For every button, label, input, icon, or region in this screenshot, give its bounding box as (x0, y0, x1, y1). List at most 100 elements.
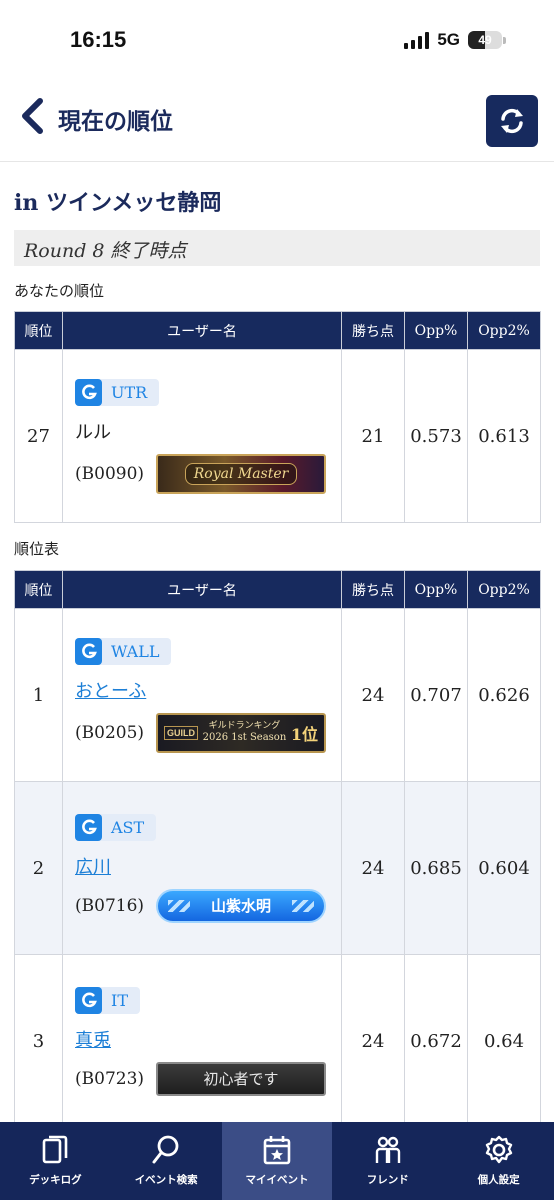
round-status: Round 8 終了時点 (14, 230, 540, 266)
gear-icon (485, 1135, 512, 1164)
nav-label: フレンド (366, 1174, 409, 1186)
refresh-icon (501, 108, 523, 134)
user-cell: WALL おとーふ (B0205) GUILD ギルドランキング 2026 1s… (62, 608, 342, 782)
title-badge-sanshi-suimei: 山紫水明 (156, 888, 327, 923)
network-type: 5G (437, 30, 460, 49)
battery-icon: 49 (468, 31, 506, 49)
user-name: ルル (75, 421, 111, 443)
table-row: 27 UTR ルル (B0090) Royal Master 21 0.573 (14, 349, 541, 523)
rank-cell: 1 (14, 608, 63, 782)
col-opp: Opp% (404, 311, 468, 350)
title-badge-beginner: 初心者です (156, 1061, 327, 1096)
user-cell: IT 真兎 (B0723) 初心者です (62, 954, 342, 1128)
rank-cell: 2 (14, 781, 63, 955)
title-badge-sub: ギルドランキング (208, 721, 281, 732)
user-cell: AST 広川 (B0716) 山紫水明 (62, 781, 342, 955)
nav-label: 個人設定 (477, 1174, 520, 1186)
guild-name: AST (111, 817, 145, 837)
opp-cell: 0.685 (404, 781, 468, 955)
points-cell: 21 (341, 349, 405, 523)
user-name-link[interactable]: 真兎 (75, 1026, 341, 1052)
calendar-star-icon (263, 1136, 291, 1165)
guild-logo-icon (75, 813, 102, 841)
friends-icon (375, 1136, 400, 1163)
nav-label: マイイベント (245, 1174, 309, 1186)
signal-icon (404, 31, 430, 49)
opp2-cell: 0.64 (467, 954, 541, 1128)
header: 現在の順位 (0, 80, 554, 162)
opp2-cell: 0.626 (467, 608, 541, 782)
back-chevron-icon[interactable] (16, 96, 52, 136)
opp-cell: 0.672 (404, 954, 468, 1128)
refresh-button[interactable] (486, 95, 538, 147)
user-cell: UTR ルル (B0090) Royal Master (62, 349, 342, 523)
rank-cell: 3 (14, 954, 63, 1128)
points-cell: 24 (341, 608, 405, 782)
col-points: 勝ち点 (341, 570, 405, 609)
points-cell: 24 (341, 781, 405, 955)
guild-name: IT (111, 990, 128, 1010)
status-indicators: 5G 49 (404, 30, 506, 50)
guild-logo-icon (75, 637, 102, 665)
guild-badge[interactable]: AST (75, 813, 157, 841)
user-name-link[interactable]: 広川 (75, 853, 341, 879)
col-opp2: Opp2% (467, 570, 541, 609)
table-row: 3 IT 真兎 (B0723) 初心者です 24 0.672 0.64 (14, 954, 541, 1128)
opp-cell: 0.707 (404, 608, 468, 782)
badge-stripes-left-icon (168, 899, 191, 912)
venue-title: in ツインメッセ静岡 (14, 190, 222, 216)
title-badge-text: Royal Master (184, 462, 298, 485)
nav-label: デッキログ (29, 1174, 82, 1186)
col-rank: 順位 (14, 311, 63, 350)
title-badge-royal-master: Royal Master (156, 453, 327, 494)
user-id: (B0090) (75, 463, 145, 484)
col-user: ユーザー名 (62, 570, 342, 609)
title-badge-season: 2026 1st Season (202, 731, 287, 743)
title-badge-place: 1位 (290, 724, 319, 744)
user-name-link[interactable]: おとーふ (75, 677, 341, 703)
nav-my-event[interactable]: マイイベント (221, 1122, 333, 1200)
opp2-cell: 0.613 (467, 349, 541, 523)
table-row: 1 WALL おとーふ (B0205) GUILD ギルドランキング 2026 (14, 608, 541, 782)
page-title: 現在の順位 (58, 108, 173, 135)
col-rank: 順位 (14, 570, 63, 609)
round-text: Round 8 終了時点 (24, 240, 187, 262)
search-icon (152, 1135, 179, 1164)
user-id: (B0205) (75, 722, 145, 743)
nav-deck-log[interactable]: デッキログ (0, 1122, 111, 1200)
col-points: 勝ち点 (341, 311, 405, 350)
user-id: (B0723) (75, 1068, 145, 1089)
my-rank-table: 順位 ユーザー名 勝ち点 Opp% Opp2% 27 UTR ルル (B0090… (14, 311, 541, 523)
nav-label: イベント検索 (134, 1174, 198, 1186)
user-id: (B0716) (75, 895, 145, 916)
standings-table: 順位 ユーザー名 勝ち点 Opp% Opp2% 1 WALL おとーふ (B02… (14, 570, 541, 1128)
opp2-cell: 0.604 (467, 781, 541, 955)
status-bar: 16:15 5G 49 (0, 0, 554, 80)
opp-cell: 0.573 (404, 349, 468, 523)
points-cell: 24 (341, 954, 405, 1128)
col-user: ユーザー名 (62, 311, 342, 350)
guild-logo-icon (75, 378, 102, 406)
my-rank-label: あなたの順位 (14, 283, 105, 300)
nav-friends[interactable]: フレンド (332, 1122, 443, 1200)
bottom-nav: デッキログ イベント検索 マイイベント フレンド 個人設定 (0, 1122, 554, 1200)
nav-personal-settings[interactable]: 個人設定 (443, 1122, 554, 1200)
nav-event-search[interactable]: イベント検索 (111, 1122, 222, 1200)
title-badge-text: 初心者です (203, 1070, 279, 1088)
guild-badge[interactable]: UTR (75, 378, 160, 406)
col-opp2: Opp2% (467, 311, 541, 350)
guild-logo-icon (75, 986, 102, 1014)
col-opp: Opp% (404, 570, 468, 609)
guild-badge[interactable]: IT (75, 986, 140, 1014)
guild-name: WALL (111, 641, 160, 661)
title-badge-logo: GUILD (164, 725, 199, 740)
title-badge-text: 山紫水明 (211, 897, 272, 915)
guild-name: UTR (111, 382, 148, 402)
guild-badge[interactable]: WALL (75, 637, 172, 665)
table-row: 2 AST 広川 (B0716) 山紫水明 24 0.685 0.604 (14, 781, 541, 955)
title-badge-guild-ranking: GUILD ギルドランキング 2026 1st Season 1位 (156, 712, 327, 753)
cards-icon (43, 1135, 68, 1164)
battery-level: 49 (478, 33, 492, 47)
badge-stripes-right-icon (292, 899, 315, 912)
rank-cell: 27 (14, 349, 63, 523)
